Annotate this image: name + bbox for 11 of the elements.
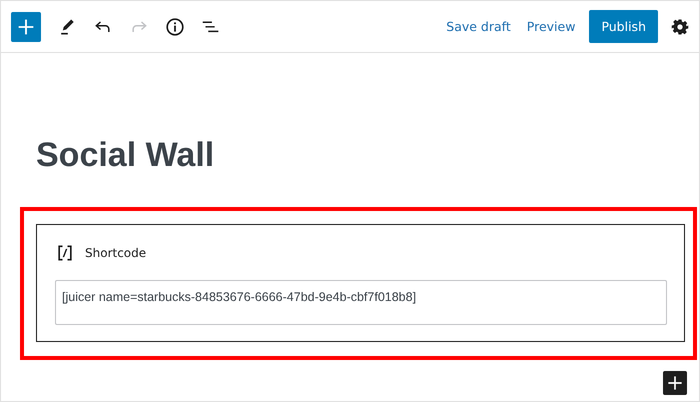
preview-link[interactable]: Preview — [518, 19, 584, 34]
inserter-button[interactable] — [11, 12, 41, 42]
save-draft-link[interactable]: Save draft — [438, 19, 519, 34]
settings-button[interactable] — [670, 16, 690, 36]
settings-icon — [671, 18, 689, 36]
info-icon — [164, 16, 186, 38]
publish-button[interactable]: Publish — [589, 10, 658, 43]
add-block-button[interactable] — [663, 371, 687, 395]
shortcode-field[interactable]: [juicer name=starbucks-84853676-6666-47bd-9e4b-cbf7f018b8] — [55, 280, 667, 325]
block-title: Shortcode — [85, 246, 146, 260]
post-title[interactable]: Social Wall — [36, 133, 697, 177]
